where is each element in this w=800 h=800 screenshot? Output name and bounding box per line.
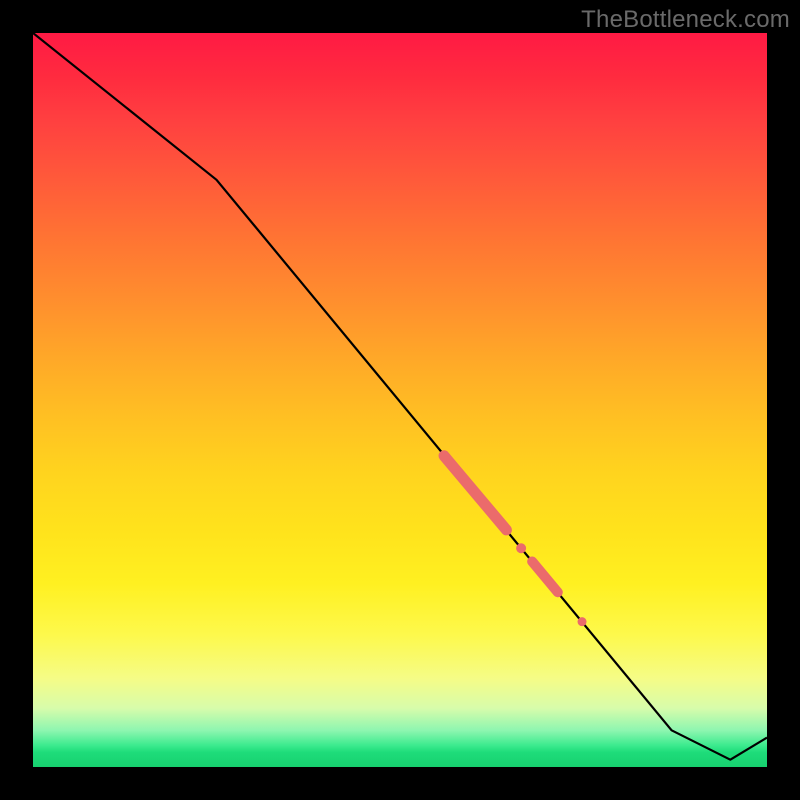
marker-dot bbox=[516, 543, 526, 553]
chart-overlay bbox=[33, 33, 767, 767]
marker-segment bbox=[532, 561, 558, 592]
plot-area bbox=[33, 33, 767, 767]
curve-line bbox=[33, 33, 767, 760]
marker-segment bbox=[444, 456, 506, 530]
marker-dot bbox=[578, 617, 587, 626]
watermark-text: TheBottleneck.com bbox=[581, 6, 790, 34]
